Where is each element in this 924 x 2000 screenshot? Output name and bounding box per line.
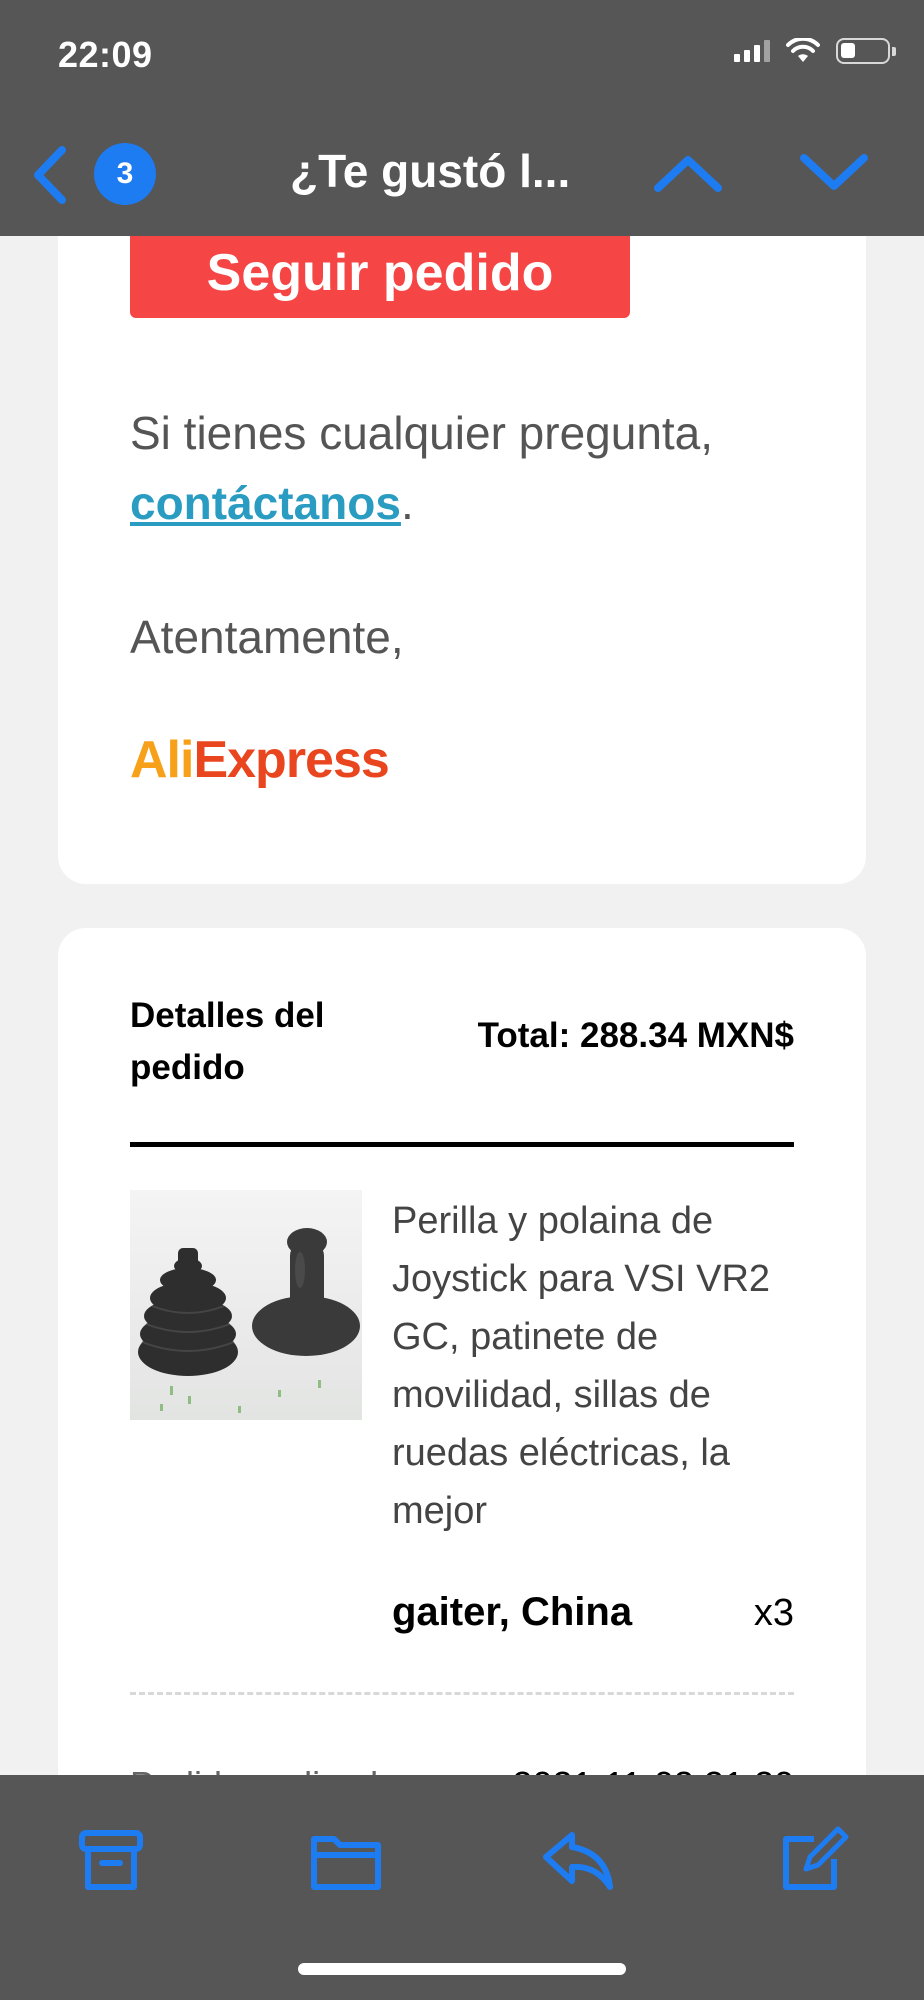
product-image[interactable] bbox=[130, 1190, 362, 1420]
navigation-header: 22:09 3 ¿Te gustó l... bbox=[0, 0, 924, 236]
email-subject-title: ¿Te gustó l... bbox=[290, 145, 571, 197]
question-text: Si tienes cualquier pregunta, contáctano… bbox=[130, 398, 810, 538]
back-chevron-icon[interactable] bbox=[22, 140, 82, 210]
order-details-heading: Detalles del pedido bbox=[130, 996, 325, 1087]
dashed-divider bbox=[130, 1692, 794, 1695]
product-title[interactable]: Perilla y polaina de Joystick para VSI V… bbox=[392, 1192, 792, 1540]
chevron-up-icon[interactable] bbox=[650, 148, 726, 198]
aliexpress-logo: AliExpress bbox=[130, 731, 390, 789]
email-body-card: Seguir pedido Si tienes cualquier pregun… bbox=[58, 150, 866, 884]
home-indicator[interactable] bbox=[298, 1963, 626, 1975]
divider bbox=[130, 1142, 794, 1147]
folder-icon[interactable] bbox=[308, 1825, 384, 1895]
archive-icon[interactable] bbox=[76, 1825, 146, 1895]
status-time: 22:09 bbox=[58, 34, 153, 75]
cellular-signal-icon bbox=[734, 40, 770, 62]
compose-icon[interactable] bbox=[778, 1825, 852, 1895]
reply-icon[interactable] bbox=[540, 1825, 618, 1895]
battery-icon bbox=[836, 38, 896, 64]
bottom-toolbar bbox=[0, 1775, 924, 2000]
wifi-icon bbox=[786, 38, 820, 62]
unread-count-badge[interactable]: 3 bbox=[94, 143, 156, 205]
product-quantity: x3 bbox=[753, 1592, 794, 1634]
period: . bbox=[400, 477, 414, 529]
product-variant: gaiter, China bbox=[392, 1590, 633, 1634]
question-label: Si tienes cualquier pregunta, bbox=[130, 407, 714, 459]
status-icons bbox=[734, 38, 896, 64]
order-total: Total: 288.34 MXN$ bbox=[477, 1016, 794, 1055]
chevron-down-icon[interactable] bbox=[796, 148, 872, 198]
contact-link[interactable]: contáctanos bbox=[130, 477, 401, 529]
regards-text: Atentamente, bbox=[130, 611, 404, 663]
